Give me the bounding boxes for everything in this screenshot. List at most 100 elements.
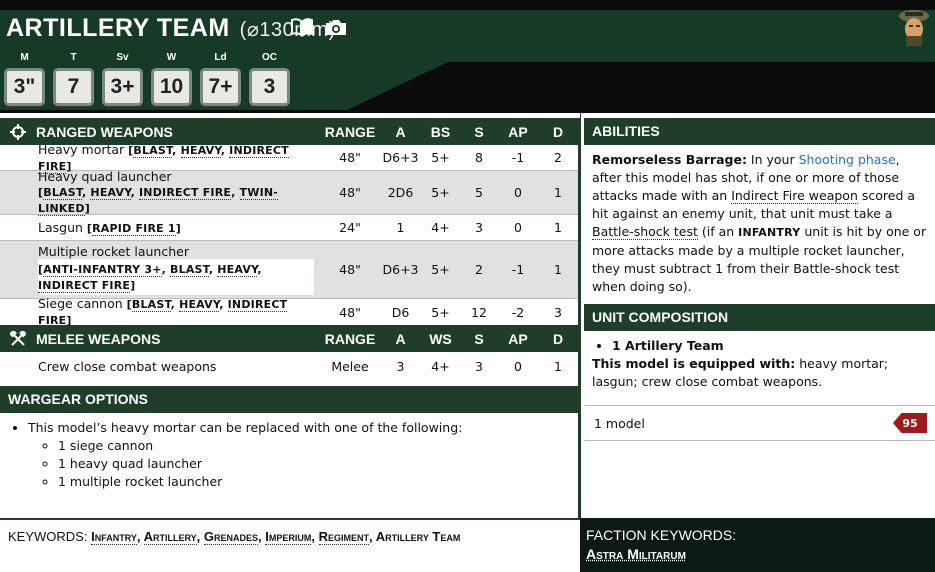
points-cost-badge: 95 <box>893 413 927 433</box>
wargear-options: This model’s heavy mortar can be replace… <box>0 413 578 491</box>
stat-label: Sv <box>116 52 129 63</box>
stat-label: W <box>166 52 177 63</box>
stat-w: W 10 <box>151 52 192 106</box>
weapon-keyword[interactable]: HEAVY <box>180 143 221 158</box>
weapon-row: Siege cannon [BLAST, HEAVY, INDIRECT FIR… <box>0 296 578 328</box>
stat-label: Ld <box>214 52 227 63</box>
weapon-name: Lasgun <box>38 219 83 235</box>
weapon-strength: 5 <box>475 185 483 200</box>
stat-label: M <box>20 52 29 63</box>
weapon-keyword[interactable]: HEAVY <box>179 298 220 312</box>
datasheet: ARTILLERY TEAM (⌀130mm) M 3" T7 Sv 3+ W 10 L… <box>0 0 935 572</box>
stat-value: 3" <box>4 68 45 106</box>
col-bs: BS <box>430 123 451 140</box>
battle-shock-term[interactable]: Battle-shock test <box>592 224 698 240</box>
wargear-option: 1 siege cannon <box>58 437 578 455</box>
weapon-keyword[interactable]: BLAST <box>133 143 173 158</box>
crossed-hammers-icon <box>0 330 36 347</box>
weapon-bs: 5+ <box>431 185 450 200</box>
melee-weapons-title: MELEE WEAPONS <box>36 330 161 347</box>
weapon-keyword[interactable]: HEAVY <box>217 263 258 277</box>
unit-name: ARTILLERY TEAM <box>6 14 230 42</box>
col-ap: AP <box>508 330 528 347</box>
weapon-keyword[interactable]: RAPID FIRE 1 <box>92 221 176 236</box>
weapon-attacks: 3 <box>396 358 405 374</box>
weapon-name: Heavy mortar <box>38 141 125 157</box>
faction-keyword[interactable]: Astra Militarum <box>586 545 929 564</box>
weapon-keyword[interactable]: INDIRECT FIRE <box>38 279 131 293</box>
points-cost: 95 <box>902 416 918 430</box>
weapon-strength: 2 <box>475 262 483 277</box>
weapon-ap: 0 <box>514 185 522 200</box>
weapon-keyword[interactable]: BLAST <box>131 298 171 312</box>
weapon-row: Crew close combat weapons Melee 3 4+ 3 0… <box>0 352 578 380</box>
weapon-row: Multiple rocket launcher [ANTI-INFANTRY 3… <box>0 241 578 299</box>
officer-avatar-icon <box>896 6 932 46</box>
book-icon[interactable] <box>290 17 314 37</box>
wargear-intro: This model’s heavy mortar can be replace… <box>28 419 578 491</box>
stat-t: T7 <box>53 52 94 106</box>
stat-value: 7 <box>53 68 94 106</box>
composition-item: 1 Artillery Team <box>612 337 927 355</box>
stat-label: T <box>70 52 77 63</box>
stat-m: M 3" <box>4 52 45 106</box>
weapon-bs: 5+ <box>431 304 450 320</box>
weapon-keyword[interactable]: BLAST <box>170 263 209 277</box>
weapon-attacks: 2D6 <box>387 185 414 200</box>
indirect-fire-term[interactable]: Indirect Fire weapon <box>731 188 858 204</box>
equipment-label: This model is equipped with: <box>592 356 796 371</box>
keyword-item[interactable]: Regiment <box>318 529 370 545</box>
weapon-range: 48" <box>339 262 361 277</box>
weapon-attacks: D6+3 <box>382 150 419 165</box>
unit-composition-header: UNIT COMPOSITION <box>584 304 935 331</box>
weapon-damage: 2 <box>554 150 562 165</box>
weapon-keyword[interactable]: BLAST <box>43 186 82 200</box>
weapon-keyword[interactable]: INDIRECT FIRE <box>139 186 232 200</box>
weapon-name: Multiple rocket launcher <box>38 244 189 259</box>
weapon-range: 48" <box>339 304 361 320</box>
weapon-name: Crew close combat weapons <box>38 358 217 374</box>
weapon-name-cell: Siege cannon [BLAST, HEAVY, INDIRECT FIR… <box>38 296 288 328</box>
col-a: A <box>395 330 406 347</box>
weapon-keyword[interactable]: HEAVY <box>90 186 131 200</box>
wargear-options-header: WARGEAR OPTIONS <box>0 386 578 413</box>
keyword-item[interactable]: Artillery <box>143 529 197 545</box>
keyword-item[interactable]: Grenades <box>203 529 259 545</box>
col-range: RANGE <box>324 330 376 347</box>
camera-icon[interactable] <box>324 17 348 37</box>
ability-name: Remorseless Barrage: <box>592 152 747 167</box>
weapon-bs: 5+ <box>431 150 450 165</box>
melee-weapons-header: MELEE WEAPONS RANGE A WS S AP D <box>0 325 578 352</box>
wargear-option: 1 multiple rocket launcher <box>58 473 578 491</box>
col-ap: AP <box>508 123 528 140</box>
keyword-item[interactable]: Infantry <box>91 529 137 545</box>
weapon-attacks: 1 <box>396 220 405 235</box>
weapon-damage: 3 <box>554 304 562 320</box>
weapon-attacks: D6+3 <box>382 262 419 277</box>
shooting-phase-link[interactable]: Shooting phase <box>799 152 896 167</box>
stat-value: 7+ <box>200 68 241 106</box>
weapon-row: Lasgun [RAPID FIRE 1] 24" 1 4+ 3 0 1 <box>0 215 578 241</box>
weapon-strength: 8 <box>475 150 483 165</box>
weapon-range: 48" <box>339 185 361 200</box>
col-d: D <box>552 123 564 140</box>
weapon-ap: -2 <box>511 304 525 320</box>
ability-text: In your <box>746 152 799 167</box>
weapon-damage: 1 <box>554 358 562 374</box>
col-d: D <box>552 330 564 347</box>
weapon-ap: 0 <box>514 220 522 235</box>
weapon-keyword[interactable]: ANTI-INFANTRY 3+ <box>43 263 162 277</box>
weapon-name-cell: Heavy quad launcher [BLAST, HEAVY, INDIRE… <box>0 169 320 216</box>
keyword-item[interactable]: Imperium <box>265 529 312 545</box>
weapon-damage: 1 <box>554 185 562 200</box>
col-s: S <box>474 123 484 140</box>
keywords-label: KEYWORDS: <box>8 529 92 544</box>
ability-remorseless-barrage: Remorseless Barrage: In your Shooting ph… <box>584 145 935 302</box>
unit-composition: 1 Artillery Team This model is equipped … <box>584 331 935 397</box>
faction-keywords-bar: FACTION KEYWORDS: Astra Militarum <box>580 518 935 572</box>
weapon-row: Heavy mortar [BLAST, HEAVY, INDIRECT FIR… <box>0 141 578 174</box>
unit-header: ARTILLERY TEAM (⌀130mm) M 3" T7 Sv 3+ W 10 L… <box>0 0 935 113</box>
abilities-header: ABILITIES <box>584 118 935 145</box>
col-a: A <box>395 123 406 140</box>
col-ws: WS <box>429 330 452 347</box>
